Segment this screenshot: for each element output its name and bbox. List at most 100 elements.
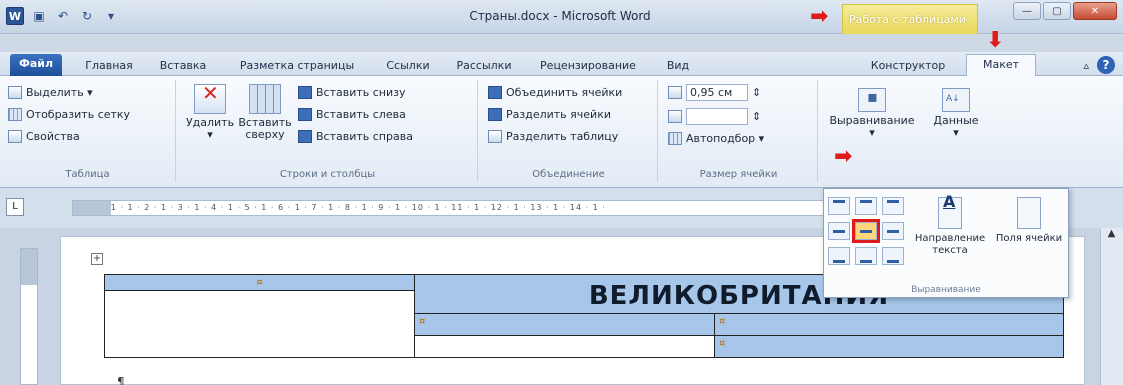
autofit-icon (668, 132, 682, 145)
gallery-label: Выравнивание (911, 285, 981, 295)
split-table-button[interactable]: Разделить таблицу (488, 130, 618, 143)
vertical-ruler[interactable] (20, 248, 38, 385)
spinner-icon[interactable]: ⇕ (752, 110, 761, 123)
tab-layout[interactable]: Макет (966, 54, 1036, 77)
ruler-margin (73, 201, 111, 215)
tab-view[interactable]: Вид (656, 56, 700, 76)
grid-icon (8, 108, 22, 121)
undo-icon[interactable]: ↶ (54, 7, 72, 25)
tab-home[interactable]: Главная (74, 56, 144, 76)
align-top-left-icon[interactable] (828, 197, 850, 215)
tab-review[interactable]: Рецензирование (526, 56, 650, 76)
alignment-button[interactable]: Выравнивание ▾ (820, 88, 924, 139)
group-merge: Объединить ячейки Разделить ячейки Разде… (480, 80, 658, 182)
contextual-tab-table-tools: Работа с таблицами (842, 4, 978, 34)
paragraph-mark: ¶ (117, 375, 125, 385)
group-data: Данные ▾ (926, 80, 986, 182)
text-direction-icon (938, 196, 962, 229)
table-cell[interactable]: ¤ (714, 335, 1064, 358)
table-cell[interactable] (414, 335, 715, 358)
select-button[interactable]: Выделить ▾ (8, 86, 93, 99)
table-cell[interactable]: ¤ (104, 274, 415, 291)
align-bottom-left-icon[interactable] (828, 247, 850, 265)
insert-left-button[interactable]: Вставить слева (298, 108, 406, 121)
properties-icon (8, 130, 22, 143)
column-width-field[interactable]: ⇕ (668, 108, 761, 125)
column-width-icon (668, 110, 682, 123)
ruler-margin (21, 249, 37, 285)
row-height-field[interactable]: 0,95 см ⇕ (668, 84, 761, 101)
group-table: Выделить ▾ Отобразить сетку Свойства Таб… (0, 80, 176, 182)
data-button[interactable]: Данные ▾ (926, 88, 986, 139)
scroll-up-icon[interactable]: ▲ (1101, 228, 1122, 246)
insert-below-button[interactable]: Вставить снизу (298, 86, 406, 99)
redo-icon[interactable]: ↻ (78, 7, 96, 25)
align-bottom-right-icon[interactable] (882, 247, 904, 265)
window-controls: — ▢ ✕ (1013, 2, 1117, 20)
group-rows-columns: Удалить ▾ Вставить сверху Вставить снизу… (178, 80, 478, 182)
tab-design[interactable]: Конструктор (858, 56, 958, 76)
align-bottom-center-icon[interactable] (855, 247, 877, 265)
alignment-icon (858, 88, 886, 112)
split-cells-icon (488, 108, 502, 121)
align-middle-right-icon[interactable] (882, 222, 904, 240)
minimize-icon[interactable]: — (1013, 2, 1041, 20)
tab-mailings[interactable]: Рассылки (448, 56, 520, 76)
save-icon[interactable]: ▣ (30, 7, 48, 25)
align-middle-center-icon[interactable] (852, 219, 880, 243)
cell-margins-icon (1017, 197, 1041, 229)
text-direction-button[interactable]: Направление текста (910, 196, 990, 257)
vertical-scrollbar[interactable]: ▲ (1100, 228, 1123, 385)
close-icon[interactable]: ✕ (1073, 2, 1117, 20)
quick-access-toolbar: W ▣ ↶ ↻ ▾ (6, 7, 120, 25)
horizontal-ruler[interactable]: · 1 · 1 · 1 · 2 · 1 · 3 · 1 · 4 · 1 · 5 … (72, 200, 832, 216)
group-label: Объединение (532, 169, 605, 180)
tab-references[interactable]: Ссылки (376, 56, 440, 76)
table-cell[interactable]: ¤ (714, 313, 1064, 336)
properties-button[interactable]: Свойства (8, 130, 80, 143)
red-arrow-right-icon: ➡ (834, 144, 853, 169)
align-top-right-icon[interactable] (882, 197, 904, 215)
data-icon (942, 88, 970, 112)
table-cell[interactable]: ¤ (414, 313, 715, 336)
alignment-grid (828, 197, 906, 265)
ribbon-tabs: Файл Главная Вставка Разметка страницы С… (0, 30, 1123, 77)
insert-left-icon (298, 108, 312, 121)
select-icon (8, 86, 22, 99)
help-icon[interactable]: ? (1097, 56, 1115, 74)
row-height-icon (668, 86, 682, 99)
tab-selector-icon[interactable]: L (6, 198, 24, 216)
insert-right-icon (298, 130, 312, 143)
help-area: ▵ ? (1083, 56, 1115, 74)
cell-margins-button[interactable]: Поля ячейки (994, 197, 1064, 245)
autofit-button[interactable]: Автоподбор ▾ (668, 132, 764, 145)
window-title: Страны.docx - Microsoft Word (469, 9, 651, 23)
show-grid-button[interactable]: Отобразить сетку (8, 108, 130, 121)
maximize-icon[interactable]: ▢ (1043, 2, 1071, 20)
customize-icon[interactable]: ▾ (102, 7, 120, 25)
group-label: Таблица (65, 169, 110, 180)
insert-below-icon (298, 86, 312, 99)
alignment-gallery: Направление текста Поля ячейки Выравнива… (823, 188, 1069, 298)
insert-above-icon (249, 84, 281, 114)
red-arrow-down-icon: ⬇ (986, 28, 1005, 53)
spinner-icon[interactable]: ⇕ (752, 86, 761, 99)
group-label: Строки и столбцы (279, 169, 376, 180)
merge-cells-button[interactable]: Объединить ячейки (488, 86, 622, 99)
collapse-ribbon-icon[interactable]: ▵ (1083, 59, 1089, 72)
merge-cells-icon (488, 86, 502, 99)
tab-insert[interactable]: Вставка (148, 56, 218, 76)
insert-right-button[interactable]: Вставить справа (298, 130, 413, 143)
ribbon: Выделить ▾ Отобразить сетку Свойства Таб… (0, 76, 1123, 188)
delete-button[interactable]: Удалить ▾ (186, 84, 234, 141)
table-move-handle-icon[interactable]: + (91, 253, 103, 265)
align-middle-left-icon[interactable] (828, 222, 850, 240)
tab-file[interactable]: Файл (10, 54, 62, 76)
align-top-center-icon[interactable] (855, 197, 877, 215)
split-cells-button[interactable]: Разделить ячейки (488, 108, 611, 121)
table-cell[interactable] (104, 290, 415, 358)
word-icon[interactable]: W (6, 7, 24, 25)
insert-above-button[interactable]: Вставить сверху (238, 84, 292, 141)
tab-page-layout[interactable]: Разметка страницы (232, 56, 362, 76)
split-table-icon (488, 130, 502, 143)
